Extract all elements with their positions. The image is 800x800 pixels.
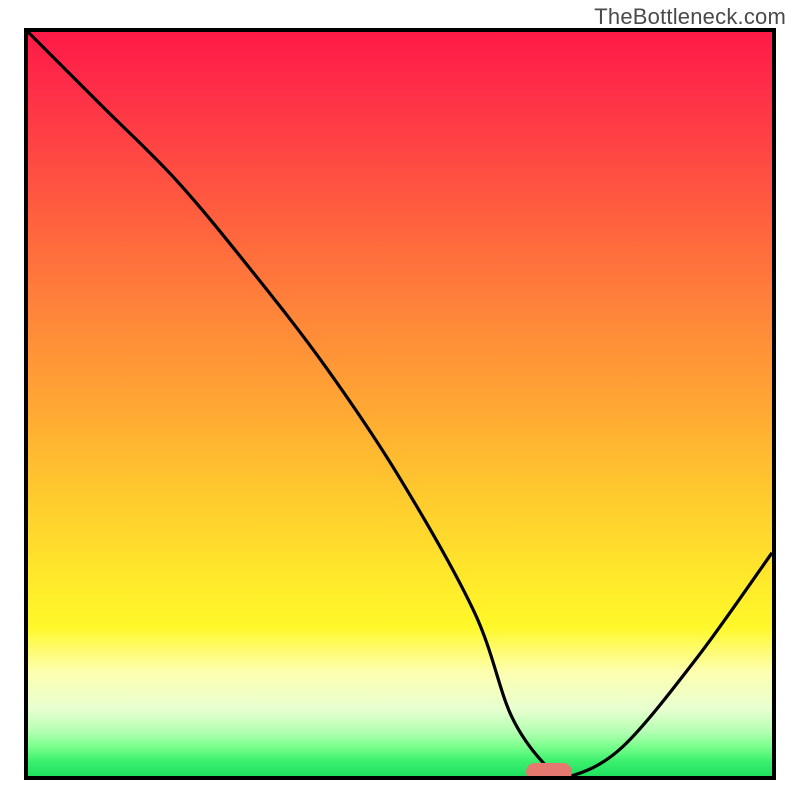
optimal-marker-pill bbox=[526, 763, 572, 780]
chart-line-layer bbox=[28, 32, 772, 776]
bottleneck-curve-path bbox=[28, 32, 772, 776]
chart-plot-area bbox=[24, 28, 776, 780]
stage: TheBottleneck.com bbox=[0, 0, 800, 800]
watermark-text: TheBottleneck.com bbox=[594, 4, 786, 30]
